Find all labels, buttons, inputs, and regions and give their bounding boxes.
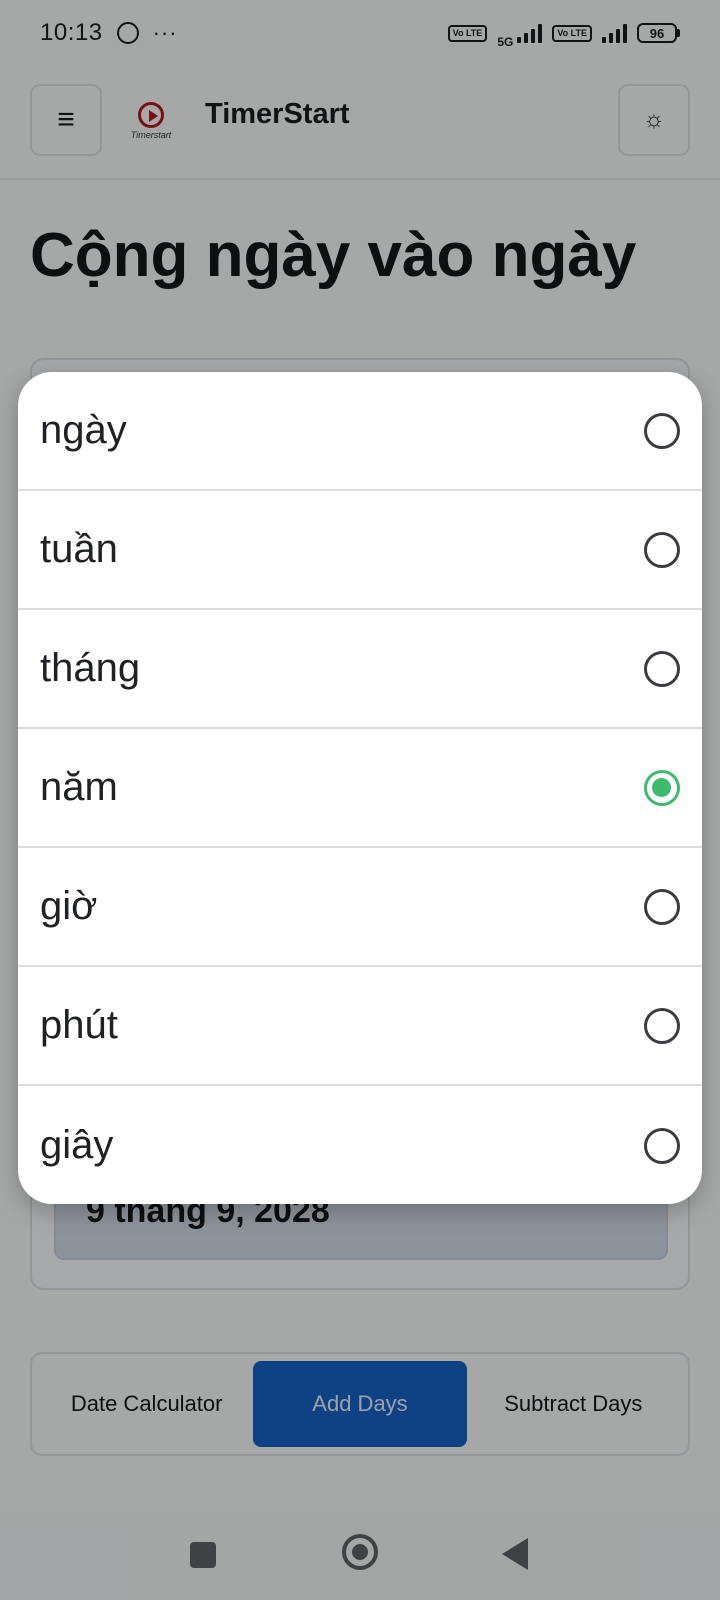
radio-button[interactable]	[644, 1127, 680, 1164]
option-week[interactable]: tuần	[18, 491, 702, 610]
option-label: phút	[40, 1003, 118, 1047]
option-label: năm	[40, 765, 118, 809]
option-minute[interactable]: phút	[18, 967, 702, 1086]
radio-button[interactable]	[644, 1007, 680, 1044]
option-label: tuần	[40, 527, 118, 571]
option-month[interactable]: tháng	[18, 610, 702, 729]
radio-button[interactable]	[644, 650, 680, 687]
radio-button[interactable]	[644, 888, 680, 925]
option-second[interactable]: giây	[18, 1086, 702, 1204]
radio-button-selected[interactable]	[644, 769, 680, 806]
option-label: ngày	[40, 408, 127, 452]
option-label: tháng	[40, 646, 141, 690]
radio-button[interactable]	[644, 531, 680, 568]
option-year[interactable]: năm	[18, 729, 702, 848]
radio-button[interactable]	[644, 412, 680, 449]
option-label: giây	[40, 1123, 114, 1167]
unit-picker-dialog: ngày tuần tháng năm giờ phút giây	[18, 372, 702, 1204]
option-label: giờ	[40, 884, 98, 928]
option-hour[interactable]: giờ	[18, 848, 702, 967]
option-day[interactable]: ngày	[18, 372, 702, 491]
